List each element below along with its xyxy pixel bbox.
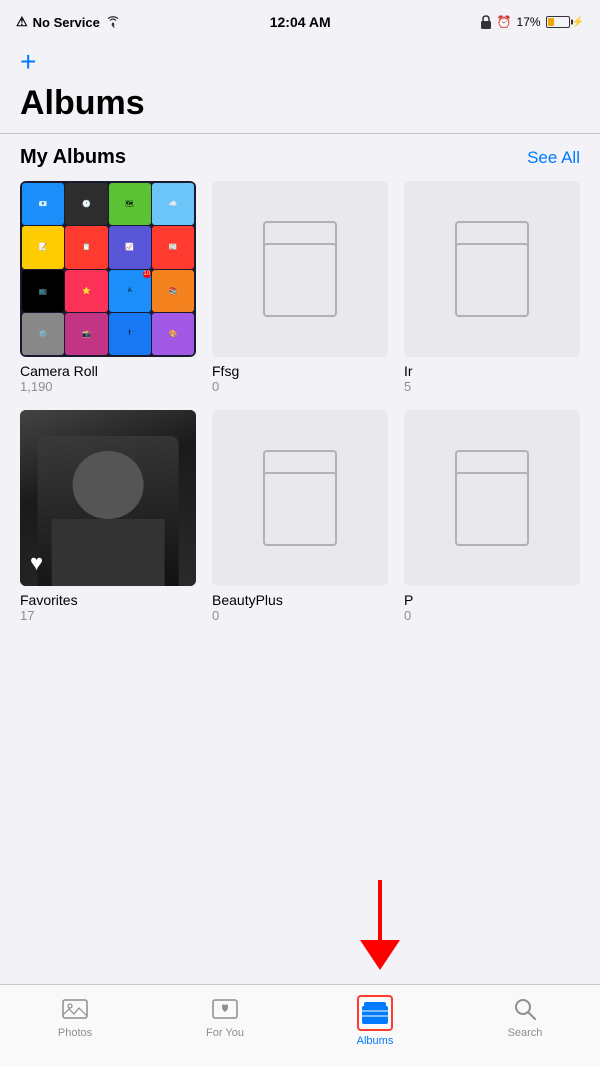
album-thumb-ir xyxy=(404,181,580,357)
album-name-favorites: Favorites xyxy=(20,592,196,608)
tab-albums[interactable]: Albums xyxy=(300,995,450,1047)
album-grid: 📧 🕐 🗺 ☁️ 📝 📋 📈 📰 📺 ⭐ A10 📚 ⚙️ xyxy=(0,181,600,643)
section-header: My Albums See All xyxy=(20,146,580,169)
album-name-beautyplus: BeautyPlus xyxy=(212,592,388,608)
album-name-ir: Ir xyxy=(404,363,580,379)
album-name-ffsg: Ffsg xyxy=(212,363,388,379)
album-item-ir[interactable]: Ir 5 xyxy=(404,181,580,394)
tab-photos-label: Photos xyxy=(58,1027,92,1039)
album-count-camera-roll: 1,190 xyxy=(20,379,196,394)
my-albums-section: My Albums See All xyxy=(0,146,600,169)
tab-for-you-label: For You xyxy=(206,1027,244,1039)
album-item-ffsg[interactable]: Ffsg 0 xyxy=(212,181,388,394)
section-title: My Albums xyxy=(20,146,126,169)
tab-bar: Photos For You Albums xyxy=(0,984,600,1067)
album-thumb-ffsg xyxy=(212,181,388,357)
album-item-beautyplus[interactable]: BeautyPlus 0 xyxy=(212,410,388,623)
tab-albums-label: Albums xyxy=(357,1035,394,1047)
page-title: Albums xyxy=(0,80,600,133)
section-divider xyxy=(0,133,600,134)
albums-tab-highlight xyxy=(357,995,393,1031)
see-all-link[interactable]: See All xyxy=(527,148,580,168)
album-thumb-p xyxy=(404,410,580,586)
tab-search[interactable]: Search xyxy=(450,995,600,1039)
album-count-favorites: 17 xyxy=(20,608,196,623)
photos-icon xyxy=(61,995,89,1023)
tab-search-label: Search xyxy=(508,1027,543,1039)
wifi-icon xyxy=(105,16,121,28)
for-you-icon xyxy=(211,995,239,1023)
warning-icon: ⚠ xyxy=(16,14,28,30)
search-icon xyxy=(511,995,539,1023)
nav-bar: + xyxy=(0,40,600,80)
status-right: ⏰ 17% ⚡ xyxy=(480,15,584,29)
album-thumb-beautyplus xyxy=(212,410,388,586)
tab-photos[interactable]: Photos xyxy=(0,995,150,1039)
album-item-camera-roll[interactable]: 📧 🕐 🗺 ☁️ 📝 📋 📈 📰 📺 ⭐ A10 📚 ⚙️ xyxy=(20,181,196,394)
status-left: ⚠ No Service xyxy=(16,14,121,30)
album-name-p: P xyxy=(404,592,580,608)
no-service-text: No Service xyxy=(33,15,100,30)
alarm-icon: ⏰ xyxy=(497,15,512,29)
status-bar: ⚠ No Service 12:04 AM ⏰ 17% ⚡ xyxy=(0,0,600,40)
battery-percent: 17% xyxy=(517,15,541,29)
lock-icon xyxy=(480,15,492,29)
tab-for-you[interactable]: For You xyxy=(150,995,300,1039)
battery-icon: ⚡ xyxy=(546,16,584,28)
album-item-favorites[interactable]: ♥ Favorites 17 xyxy=(20,410,196,623)
album-count-p: 0 xyxy=(404,608,580,623)
add-button[interactable]: + xyxy=(20,48,36,76)
album-name-camera-roll: Camera Roll xyxy=(20,363,196,379)
album-count-ffsg: 0 xyxy=(212,379,388,394)
heart-icon: ♥ xyxy=(30,550,43,576)
album-count-ir: 5 xyxy=(404,379,580,394)
album-thumb-camera-roll: 📧 🕐 🗺 ☁️ 📝 📋 📈 📰 📺 ⭐ A10 📚 ⚙️ xyxy=(20,181,196,357)
album-item-p[interactable]: P 0 xyxy=(404,410,580,623)
status-time: 12:04 AM xyxy=(270,14,331,30)
album-thumb-favorites: ♥ xyxy=(20,410,196,586)
main-content: + Albums My Albums See All 📧 🕐 🗺 ☁️ 📝 📋 xyxy=(0,40,600,984)
albums-icon xyxy=(361,999,389,1027)
album-count-beautyplus: 0 xyxy=(212,608,388,623)
